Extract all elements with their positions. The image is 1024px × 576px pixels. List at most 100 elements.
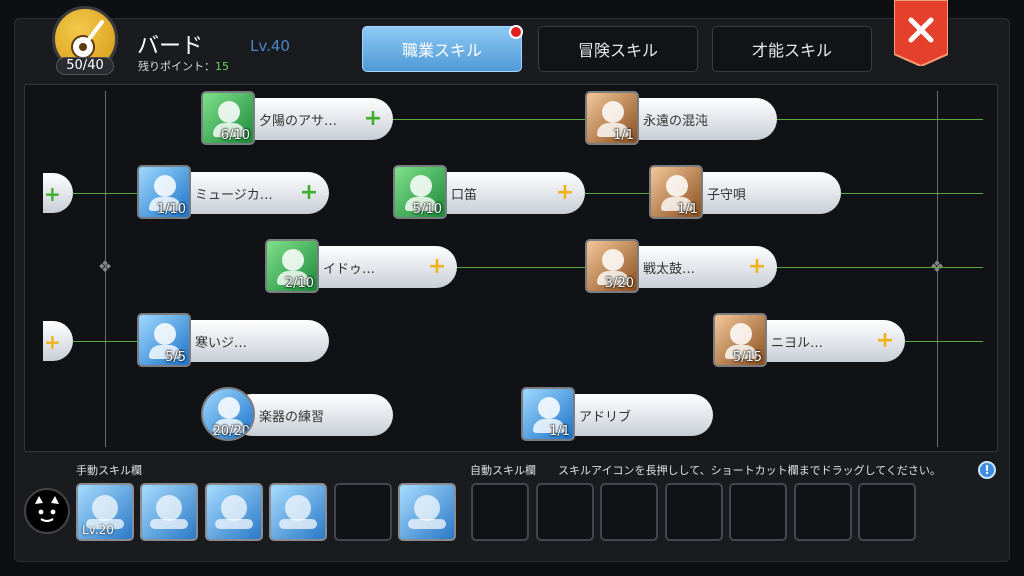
skill-level: 6/10 [220, 128, 250, 143]
skill-icon[interactable]: 2/10 [265, 239, 319, 293]
tab-job-skills[interactable]: 職業スキル [362, 25, 523, 72]
skill-level: 1/10 [156, 202, 186, 217]
auto-skill-slot[interactable] [858, 483, 916, 541]
plus-icon[interactable]: + [875, 330, 895, 352]
skill-glyph [602, 249, 624, 271]
auto-skill-bar-label: 自動スキル欄 [470, 464, 536, 477]
skill-level: 5/10 [412, 202, 442, 217]
skill-node[interactable]: イドゥ… + [295, 246, 457, 288]
skill-level: 1/1 [549, 424, 570, 439]
slot-glyph [156, 495, 182, 521]
skill-link [391, 119, 585, 120]
remaining-points-label: 残りポイント： [138, 60, 215, 73]
skill-level: 5/5 [165, 350, 186, 365]
slot-glyph [279, 519, 317, 529]
drag-instruction: スキルアイコンを長押しして、ショートカット欄までドラッグしてください。 [558, 464, 941, 477]
plus-icon: + [44, 182, 61, 206]
skill-node[interactable]: 口笛 + [423, 172, 585, 214]
skill-node[interactable]: ニヨル… + [743, 320, 905, 362]
remaining-points-value: 15 [215, 60, 229, 73]
skill-name: 子守唄 [707, 188, 747, 203]
skill-glyph [666, 175, 688, 197]
skill-icon[interactable]: 1/10 [137, 165, 191, 219]
plus-icon[interactable]: + [299, 182, 319, 204]
rail-ornament-icon: ❖ [97, 257, 113, 276]
skill-link [777, 119, 983, 120]
skill-level: 1/1 [677, 202, 698, 217]
close-button[interactable] [893, 0, 949, 68]
skill-node[interactable]: 子守唄 [679, 172, 841, 214]
manual-skill-slot[interactable]: Lv.20 [76, 483, 134, 541]
skill-name: 口笛 [451, 188, 478, 203]
slot-glyph [414, 495, 440, 521]
skill-link [457, 267, 587, 268]
skill-icon[interactable]: 6/10 [201, 91, 255, 145]
skill-node[interactable]: 寒いジ… [167, 320, 329, 362]
skill-link [841, 193, 983, 194]
skill-icon[interactable]: 1/1 [521, 387, 575, 441]
auto-skill-slot[interactable] [794, 483, 852, 541]
character-face-icon[interactable] [24, 488, 70, 534]
auto-skill-slot[interactable] [600, 483, 658, 541]
slot-level: Lv.20 [82, 523, 114, 537]
skill-glyph [538, 397, 560, 419]
auto-skill-slot[interactable] [729, 483, 787, 541]
skill-icon[interactable]: 1/1 [585, 91, 639, 145]
skill-glyph [218, 397, 240, 419]
skill-node[interactable]: アドリブ [551, 394, 713, 436]
info-icon[interactable]: ! [978, 461, 996, 479]
tab-job-skills-label: 職業スキル [401, 41, 482, 60]
skill-icon[interactable]: 3/20 [585, 239, 639, 293]
manual-skill-slot[interactable] [205, 483, 263, 541]
skill-name: 戦太鼓… [643, 262, 696, 277]
auto-skill-slot[interactable] [665, 483, 723, 541]
skill-node[interactable]: 夕陽のアサ… + [231, 98, 393, 140]
class-points: 50/40 [56, 57, 114, 75]
plus-icon[interactable]: + [555, 182, 575, 204]
skill-glyph [154, 175, 176, 197]
plus-icon[interactable]: + [747, 256, 767, 278]
manual-skill-slot[interactable] [269, 483, 327, 541]
skill-name: ニヨル… [771, 336, 824, 351]
auto-skill-slot[interactable] [536, 483, 594, 541]
skill-node[interactable]: 永遠の混沌 [615, 98, 777, 140]
slot-glyph [92, 495, 118, 521]
skill-level: 5/15 [732, 350, 762, 365]
skill-node[interactable]: 戦太鼓… + [615, 246, 777, 288]
skill-glyph [154, 323, 176, 345]
skill-icon[interactable]: 1/1 [649, 165, 703, 219]
skill-icon[interactable]: 20/20 [201, 387, 255, 441]
skill-name: ミュージカ… [195, 188, 273, 203]
skill-node[interactable]: ミュージカ… + [167, 172, 329, 214]
skill-link [583, 193, 651, 194]
skill-level: 1/1 [613, 128, 634, 143]
skill-name: 楽器の練習 [259, 410, 325, 425]
skill-icon[interactable]: 5/15 [713, 313, 767, 367]
slot-glyph [221, 495, 247, 521]
manual-skill-slot[interactable] [140, 483, 198, 541]
skill-node[interactable]: 楽器の練習 [231, 394, 393, 436]
face-glyph [35, 496, 59, 522]
skill-name: 永遠の混沌 [643, 114, 709, 129]
skill-name: 夕陽のアサ… [259, 114, 338, 129]
auto-skill-slot[interactable] [471, 483, 529, 541]
slot-glyph [285, 495, 311, 521]
manual-skill-slot[interactable] [398, 483, 456, 541]
skill-icon[interactable]: 5/5 [137, 313, 191, 367]
skill-level: 3/20 [604, 276, 634, 291]
manual-skill-slot-empty[interactable] [334, 483, 392, 541]
tab-adventure-skills[interactable]: 冒険スキル [538, 26, 698, 72]
plus-icon[interactable]: + [427, 256, 447, 278]
plus-icon[interactable]: + [363, 108, 383, 130]
close-icon [893, 0, 949, 68]
tree-edge-node: + [43, 321, 73, 361]
skill-icon[interactable]: 5/10 [393, 165, 447, 219]
skill-name: アドリブ [579, 410, 632, 425]
skill-link [905, 341, 983, 342]
skill-glyph [730, 323, 752, 345]
skill-name: 寒いジ… [195, 336, 248, 351]
class-level: Lv.40 [250, 37, 290, 55]
slot-glyph [408, 519, 446, 529]
plus-icon: + [44, 330, 61, 354]
tab-talent-skills[interactable]: 才能スキル [712, 26, 872, 72]
